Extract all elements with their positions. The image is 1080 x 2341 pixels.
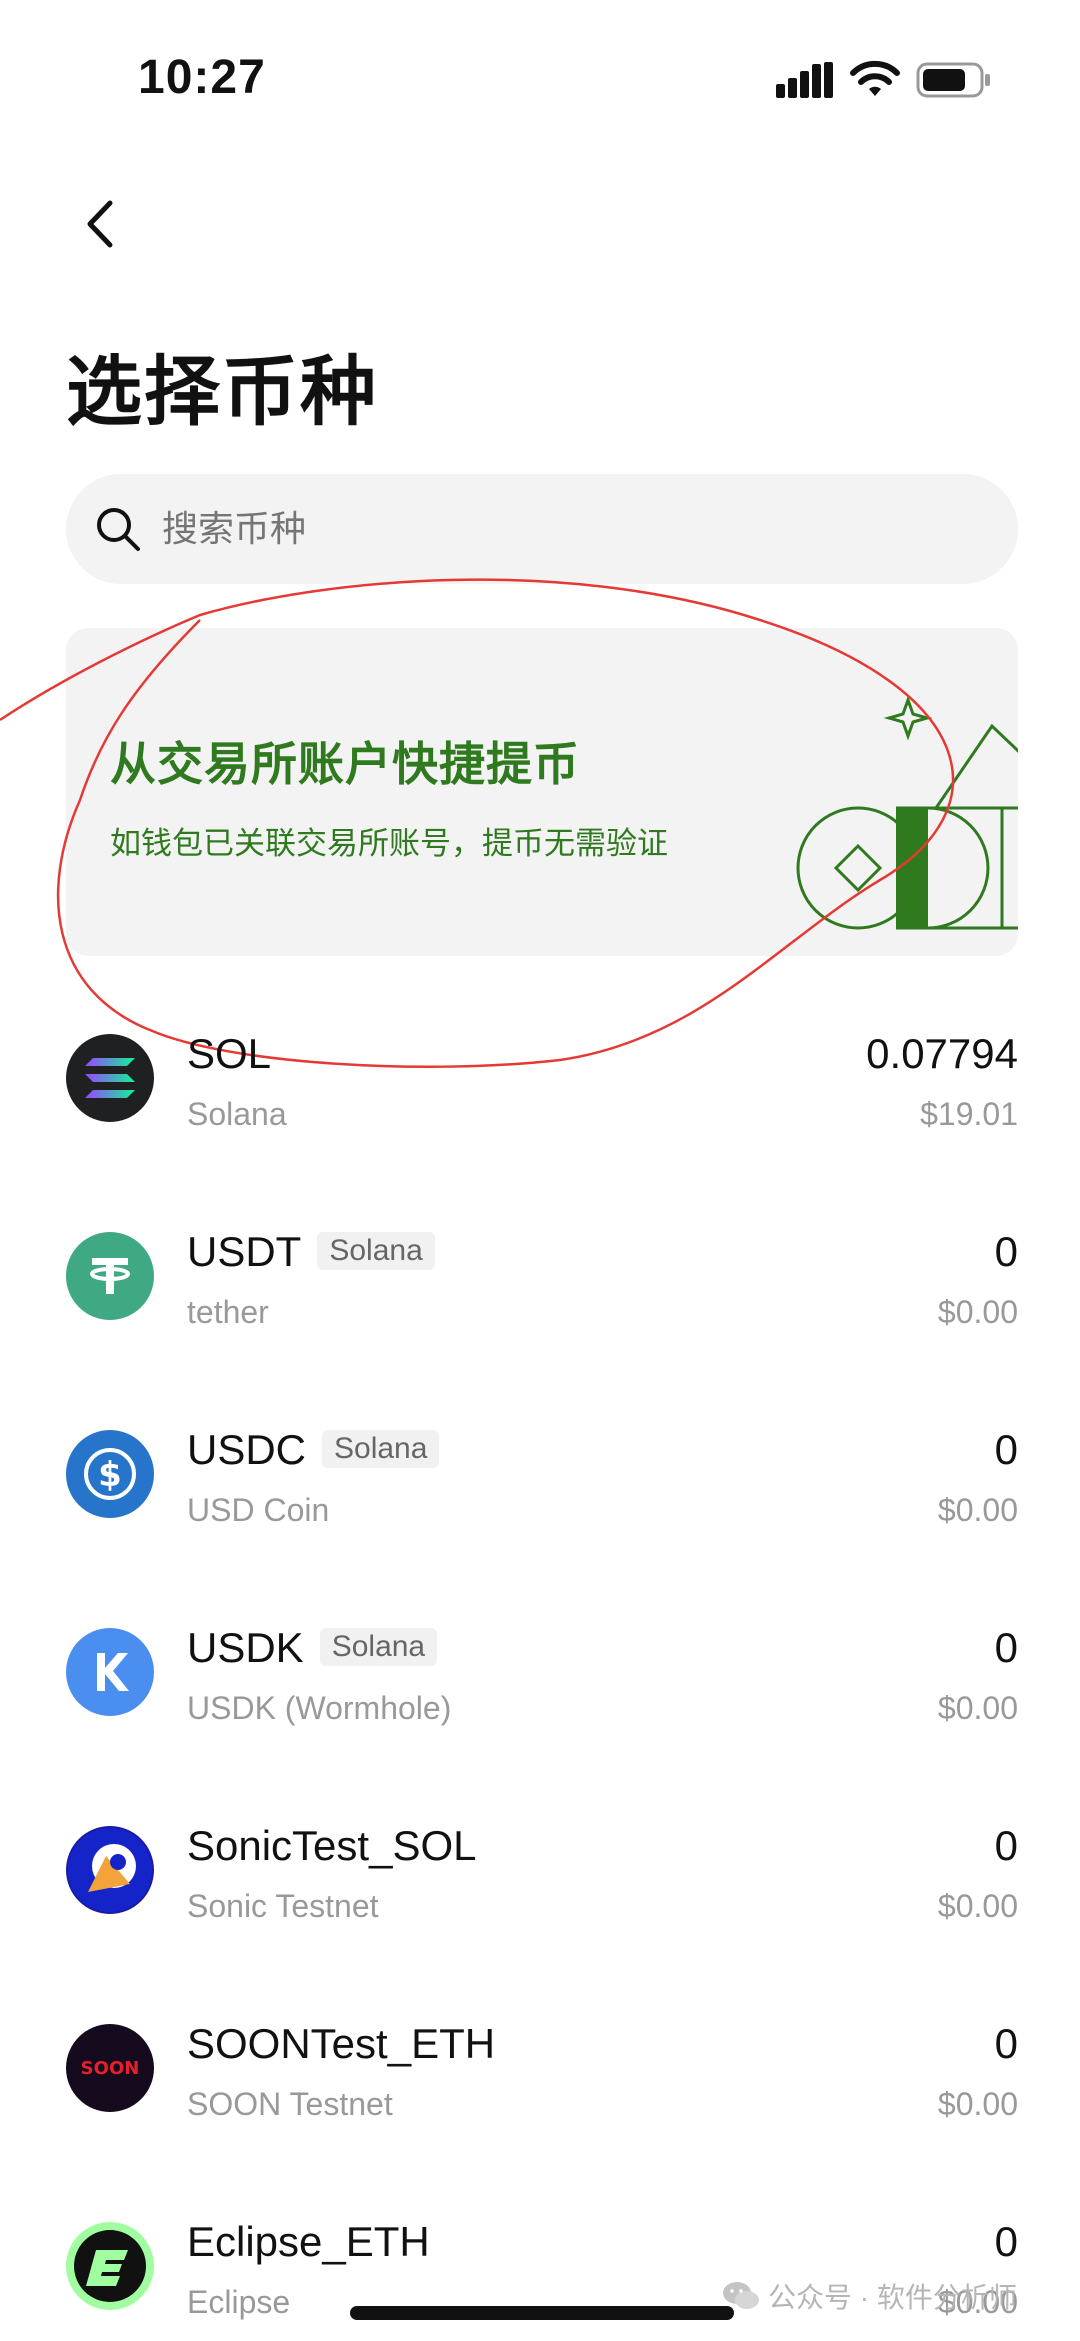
banner-title: 从交易所账户快捷提币	[110, 738, 580, 790]
search-bar[interactable]	[66, 474, 1018, 584]
exchange-withdraw-banner[interactable]: 从交易所账户快捷提币 如钱包已关联交易所账号，提币无需验证	[66, 628, 1018, 956]
token-row-soontest-eth[interactable]: SOON SOONTest_ETH SOON Testnet 0 $0.00	[0, 2006, 1080, 2204]
usdk-icon	[66, 1628, 154, 1716]
page-title: 选择币种	[66, 350, 378, 435]
token-symbol: SOONTest_ETH	[187, 2020, 496, 2067]
token-symbol-line: USDC Solana	[187, 1426, 440, 1474]
token-amount: 0	[994, 1624, 1018, 1671]
battery-icon	[916, 62, 990, 98]
back-button[interactable]	[72, 196, 128, 252]
svg-text:$: $	[98, 1455, 122, 1495]
home-indicator	[350, 2306, 734, 2320]
token-amount: 0	[994, 2218, 1018, 2265]
token-row-sonictest-sol[interactable]: SonicTest_SOL Sonic Testnet 0 $0.00	[0, 1808, 1080, 2006]
token-name: Eclipse	[187, 2284, 291, 2320]
chain-badge: Solana	[319, 1628, 438, 1666]
usdc-icon: $	[66, 1430, 154, 1518]
token-fiat-value: $0.00	[937, 1888, 1018, 1924]
eclipse-icon	[66, 2222, 154, 2310]
solana-icon	[66, 1034, 154, 1122]
token-name: SOON Testnet	[187, 2086, 393, 2122]
token-fiat-value: $0.00	[937, 1690, 1018, 1726]
search-icon	[97, 508, 140, 551]
token-row-usdt[interactable]: USDT Solana tether 0 $0.00	[0, 1214, 1080, 1412]
token-amount: 0	[994, 1822, 1018, 1869]
wifi-icon	[850, 60, 900, 96]
token-symbol: USDK	[187, 1624, 304, 1671]
token-amount: 0	[994, 1426, 1018, 1473]
token-symbol-line: USDT Solana	[187, 1228, 435, 1276]
token-name: tether	[187, 1294, 269, 1330]
token-amount: 0	[994, 2020, 1018, 2067]
watermark: 公众号 · 软件分析师	[722, 2276, 1017, 2316]
soon-icon: SOON	[66, 2024, 154, 2112]
token-name: Solana	[187, 1096, 287, 1132]
token-name: USDK (Wormhole)	[187, 1690, 452, 1726]
token-row-eclipse-eth[interactable]: Eclipse_ETH Eclipse 0 $0.00	[0, 2204, 1080, 2341]
token-symbol: SonicTest_SOL	[187, 1822, 477, 1869]
token-fiat-value: $0.00	[937, 1492, 1018, 1528]
tether-icon	[66, 1232, 154, 1320]
token-row-usdk[interactable]: USDK Solana USDK (Wormhole) 0 $0.00	[0, 1610, 1080, 1808]
cellular-signal-icon	[776, 62, 833, 98]
token-symbol-line: USDK Solana	[187, 1624, 438, 1672]
watermark-text: 公众号 · 软件分析师	[768, 2282, 1017, 2313]
token-row-usdc[interactable]: $ USDC Solana USD Coin 0 $0.00	[0, 1412, 1080, 1610]
status-bar: 10:27	[0, 0, 1080, 160]
token-name: Sonic Testnet	[187, 1888, 379, 1924]
token-fiat-value: $19.01	[920, 1096, 1018, 1132]
sonic-icon	[66, 1826, 154, 1914]
token-name: USD Coin	[187, 1492, 330, 1528]
status-time: 10:27	[138, 51, 266, 104]
chevron-left-icon	[87, 200, 113, 248]
token-amount: 0.07794	[866, 1030, 1018, 1077]
search-input[interactable]	[162, 508, 942, 550]
banner-subtitle: 如钱包已关联交易所账号，提币无需验证	[110, 826, 668, 861]
soon-logo-text: SOON	[80, 2057, 140, 2079]
token-amount: 0	[994, 1228, 1018, 1275]
chain-badge: Solana	[317, 1232, 435, 1270]
token-fiat-value: $0.00	[937, 1294, 1018, 1330]
token-symbol: USDC	[187, 1426, 307, 1473]
chain-badge: Solana	[322, 1430, 440, 1468]
token-symbol: USDT	[187, 1228, 302, 1275]
token-symbol: SOL	[187, 1030, 272, 1077]
token-symbol: Eclipse_ETH	[187, 2218, 430, 2265]
token-row-sol[interactable]: SOL Solana 0.07794 $19.01	[0, 1016, 1080, 1214]
token-fiat-value: $0.00	[937, 2086, 1018, 2122]
exchange-illustration-icon	[796, 695, 1018, 930]
